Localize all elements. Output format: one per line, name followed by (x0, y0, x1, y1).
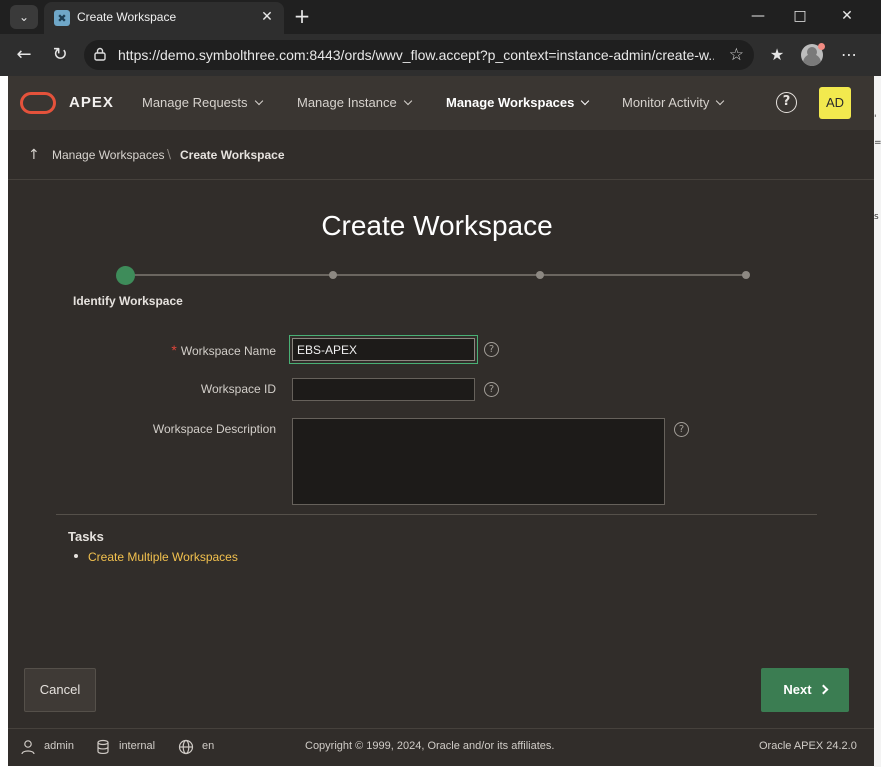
lock-icon (94, 47, 106, 61)
workspace-name-label: * Workspace Name (76, 342, 276, 358)
menu-label: Monitor Activity (622, 95, 710, 110)
menu-manage-workspaces[interactable]: Manage Workspaces (446, 95, 590, 110)
url-text: https://demo.symbolthree.com:8443/ords/w… (118, 47, 714, 63)
background-window-edge: ' = s (874, 76, 881, 767)
tasks-heading: Tasks (68, 529, 104, 544)
workspace-description-help-icon[interactable]: ? (674, 422, 689, 437)
task-bullet (74, 554, 78, 558)
section-divider (56, 514, 817, 515)
breadcrumb-separator: \ (167, 147, 172, 161)
footer-language[interactable]: en (202, 740, 214, 752)
next-button[interactable]: Next (761, 668, 849, 712)
browser-tab-bar: ⌄ ✖ Create Workspace ✕ + — □ ✕ (0, 0, 881, 34)
app-footer: admin internal en Copyright © 1999, 2024… (8, 728, 874, 766)
wizard-step-1-active-dot (116, 266, 135, 285)
browser-tab[interactable]: ✖ Create Workspace ✕ (44, 2, 284, 34)
tab-list-chevron-icon[interactable]: ⌄ (10, 5, 38, 29)
database-icon (97, 739, 109, 755)
footer-copyright: Copyright © 1999, 2024, Oracle and/or it… (305, 740, 555, 752)
wizard-progress-track (126, 274, 746, 276)
oracle-logo-icon[interactable] (20, 92, 56, 114)
breadcrumb-manage-workspaces[interactable]: Manage Workspaces (52, 148, 165, 162)
create-multiple-workspaces-link[interactable]: Create Multiple Workspaces (88, 550, 238, 564)
menu-monitor-activity[interactable]: Monitor Activity (622, 95, 725, 110)
workspace-description-textarea[interactable] (292, 418, 665, 505)
more-menu-icon[interactable]: ⋯ (836, 43, 862, 67)
tab-close-icon[interactable]: ✕ (258, 8, 276, 26)
menu-manage-requests[interactable]: Manage Requests (142, 95, 263, 110)
chevron-down-icon (254, 96, 263, 106)
chevron-right-icon (818, 684, 829, 695)
label-text: Workspace Name (180, 344, 276, 358)
workspace-name-help-icon[interactable]: ? (484, 342, 499, 357)
minimize-icon[interactable]: — (743, 4, 773, 28)
maximize-icon[interactable]: □ (785, 4, 815, 28)
profile-notification-dot (818, 43, 825, 50)
footer-workspace: internal (119, 740, 156, 752)
globe-icon[interactable] (178, 739, 194, 755)
required-asterisk: * (171, 342, 177, 358)
favorite-star-icon[interactable]: ☆ (729, 45, 744, 65)
cancel-button[interactable]: Cancel (24, 668, 96, 712)
favorites-list-icon[interactable]: ★ (764, 43, 790, 67)
chevron-down-icon (403, 96, 412, 106)
apex-app: APEX Manage Requests Manage Instance Man… (8, 76, 874, 766)
menu-manage-instance[interactable]: Manage Instance (297, 95, 412, 110)
wizard-step-2-dot (329, 271, 337, 279)
window-close-icon[interactable]: ✕ (832, 4, 862, 28)
url-field[interactable]: https://demo.symbolthree.com:8443/ords/w… (84, 40, 754, 70)
user-icon (21, 740, 35, 755)
page-title: Create Workspace (321, 210, 553, 241)
new-tab-plus-icon[interactable]: + (290, 4, 314, 28)
menu-label: Manage Workspaces (446, 95, 575, 110)
workspace-id-label: Workspace ID (200, 382, 276, 396)
app-logo-text[interactable]: APEX (69, 94, 114, 111)
footer-user: admin (44, 740, 74, 752)
menu-label: Manage Instance (297, 95, 397, 110)
user-avatar[interactable]: AD (819, 87, 851, 119)
browser-address-bar: ← ↻ https://demo.symbolthree.com:8443/or… (0, 34, 881, 76)
workspace-description-label: Workspace Description (152, 422, 276, 436)
menu-label: Manage Requests (142, 95, 248, 110)
wizard-step-4-dot (742, 271, 750, 279)
tab-title: Create Workspace (77, 10, 177, 24)
chevron-down-icon (581, 96, 590, 106)
workspace-id-input[interactable] (292, 378, 475, 401)
help-icon[interactable]: ? (776, 92, 797, 113)
back-arrow-icon[interactable]: ← (11, 43, 37, 67)
workspace-id-help-icon[interactable]: ? (484, 382, 499, 397)
chevron-down-icon (716, 96, 725, 106)
wizard-current-step-label: Identify Workspace (73, 294, 183, 308)
wizard-step-3-dot (536, 271, 544, 279)
app-header: APEX Manage Requests Manage Instance Man… (8, 76, 874, 130)
next-button-label: Next (783, 682, 812, 697)
reload-icon[interactable]: ↻ (47, 43, 73, 67)
breadcrumb-current: Create Workspace (180, 148, 285, 162)
up-arrow-icon[interactable]: ↑ (28, 147, 40, 163)
footer-version: Oracle APEX 24.2.0 (759, 740, 857, 752)
breadcrumb: ↑ Manage Workspaces \ Create Workspace (8, 130, 874, 180)
workspace-name-input[interactable] (292, 338, 475, 361)
apex-favicon-icon: ✖ (54, 10, 70, 26)
